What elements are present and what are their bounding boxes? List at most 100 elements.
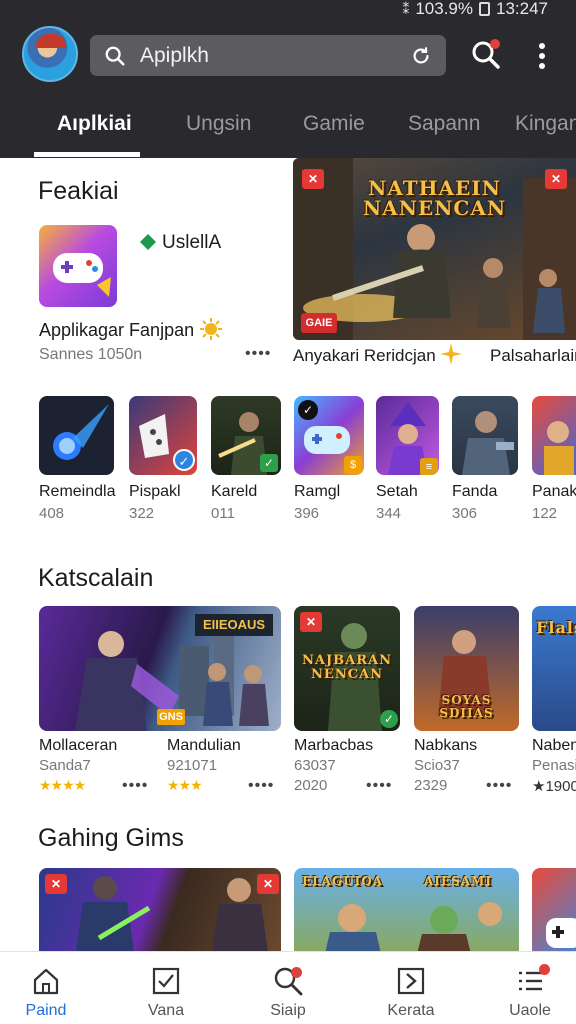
featured-game-banner[interactable]: NATHAEIN NANENCAN ✕ ✕ GAIE (293, 158, 576, 340)
battery-percent: 103.9% (415, 0, 473, 18)
kats-count-5: ★1900 (532, 778, 576, 795)
nav-label: Vana (147, 1002, 185, 1019)
comet-icon (53, 404, 109, 460)
featured-app-icon[interactable] (39, 225, 117, 307)
kats-name-5[interactable]: Nabens (532, 737, 576, 755)
app-count-2: 322 (129, 505, 155, 522)
kats-banner-1[interactable]: EIIEOAUS GNS (39, 606, 281, 731)
search-icon (105, 46, 125, 66)
app-name-5[interactable]: Setah (376, 483, 418, 501)
refresh-icon[interactable] (410, 45, 432, 67)
app-name-3[interactable]: Kareld (211, 483, 257, 501)
banner-title: ELAGUIOA (302, 874, 383, 888)
kats-card-4[interactable]: SOYAS SDIIAS (414, 606, 519, 731)
banner-caption: Anyakari Reridcjan (293, 346, 436, 365)
kats-name-4[interactable]: Nabkans (414, 737, 477, 755)
featured-app-more[interactable]: •••• (245, 345, 271, 363)
app-icon-6[interactable] (452, 396, 518, 475)
more-vertical-icon (539, 43, 545, 69)
app-count-4: 396 (294, 505, 320, 522)
more-button[interactable]: •••• (486, 777, 512, 795)
hero-icon (544, 421, 574, 475)
app-icon-4[interactable]: ✓ $ (294, 396, 364, 475)
status-time: 13:247 (496, 0, 548, 18)
verified-icon: ✓ (173, 449, 195, 471)
app-icon-1[interactable] (39, 396, 114, 475)
bottom-navigation: Paind Vana Siaip Kerata Uaole (0, 951, 576, 1024)
nav-label: Uaole (509, 1002, 551, 1019)
check-box-icon (152, 967, 180, 995)
nav-search[interactable]: Siaip (238, 952, 338, 1024)
gaming-card-3[interactable] (532, 868, 576, 958)
check-icon: ✓ (260, 454, 278, 472)
app-name-7[interactable]: Panaka (532, 483, 576, 501)
badge-icon: ✕ (300, 612, 322, 632)
more-options-button[interactable] (530, 40, 554, 72)
robot-icon (462, 411, 514, 475)
app-count-6: 306 (452, 505, 478, 522)
app-count-7: 122 (532, 505, 558, 522)
kats-sub-5: Penasi (532, 757, 576, 774)
gaming-banner-1[interactable]: ✕ ✕ (39, 868, 281, 958)
tab-sapann[interactable]: Sapann (408, 112, 480, 136)
badge-icon: ✕ (257, 874, 279, 894)
nav-home[interactable]: Paind (0, 952, 96, 1024)
nav-kerata[interactable]: Kerata (361, 952, 461, 1024)
banner-title: EIIEOAUS (195, 614, 273, 636)
avatar[interactable] (22, 26, 78, 82)
nav-uaole[interactable]: Uaole (480, 952, 576, 1024)
section-title-featured: Feakiai (38, 177, 119, 205)
tab-kingan[interactable]: Kingan (515, 112, 576, 136)
kats-sub-4: Scio37 (414, 757, 460, 774)
more-button[interactable]: •••• (122, 777, 148, 795)
leaf-icon (140, 234, 156, 250)
kats-name-3[interactable]: Marbacbas (294, 737, 373, 755)
gaming-banner-2[interactable]: ELAGUIOA AIESAMI (294, 868, 519, 958)
forward-box-icon (397, 967, 425, 995)
tab-ungsin[interactable]: Ungsin (186, 112, 251, 136)
app-name-4[interactable]: Ramgl (294, 483, 340, 501)
tab-games[interactable]: Gamie (303, 112, 365, 136)
rating-stars: ★★★★ (39, 777, 86, 793)
badge-icon: $ (344, 456, 362, 474)
app-count-3: 011 (211, 505, 235, 522)
app-count-5: 344 (376, 505, 402, 522)
avatar-cap-shape (36, 34, 66, 48)
nav-label: Paind (25, 1002, 67, 1019)
gamepad-icon (53, 253, 111, 297)
kats-count-4: 2329 (414, 777, 448, 794)
notification-dot (539, 964, 550, 975)
app-icon-5[interactable]: ≡ (376, 396, 439, 475)
category-tabs: Aıplkiai Ungsin Gamie Sapann Kingan (0, 100, 576, 158)
banner-caption-2: Palsaharlain (490, 346, 576, 365)
banner-badge: GAIE (301, 313, 337, 333)
kats-card-5[interactable]: Flals (532, 606, 576, 731)
header-search-button[interactable] (470, 38, 502, 72)
kats-sub-1: Sanda7 (39, 757, 91, 774)
banner-art (75, 876, 269, 958)
nav-vana[interactable]: Vana (116, 952, 216, 1024)
tab-apps[interactable]: Aıplkiai (57, 112, 132, 136)
signal-icon: ⁑ (402, 0, 410, 17)
featured-app-name[interactable]: Applikagar Fanjpan (39, 320, 194, 341)
kats-card-3[interactable]: NAJBARAN NENCAN ✕ ✓ (294, 606, 400, 731)
kats-name-2[interactable]: Mandulian (167, 737, 241, 755)
nav-label: Siaip (270, 1002, 306, 1019)
kats-name-1[interactable]: Mollaceran (39, 737, 117, 755)
kats-sub-3: 63037 (294, 757, 336, 774)
notification-dot (490, 39, 500, 49)
app-icon-2[interactable]: ✓ (129, 396, 197, 475)
search-bar[interactable]: Apiplkh (90, 35, 446, 76)
search-input[interactable]: Apiplkh (140, 44, 410, 68)
app-header: ⁑ 103.9% 13:247 Apiplkh Aıplkiai Ungsin … (0, 0, 576, 158)
home-icon (33, 968, 59, 995)
app-name-2[interactable]: Pispakl (129, 483, 181, 501)
status-bar: ⁑ 103.9% 13:247 (402, 0, 548, 18)
more-button[interactable]: •••• (366, 777, 392, 795)
more-button[interactable]: •••• (248, 777, 274, 795)
app-name-6[interactable]: Fanda (452, 483, 497, 501)
app-icon-3[interactable]: ✓ (211, 396, 281, 475)
battery-icon (479, 2, 490, 16)
app-icon-7[interactable] (532, 396, 576, 475)
app-name-1[interactable]: Remeindla (39, 483, 115, 501)
